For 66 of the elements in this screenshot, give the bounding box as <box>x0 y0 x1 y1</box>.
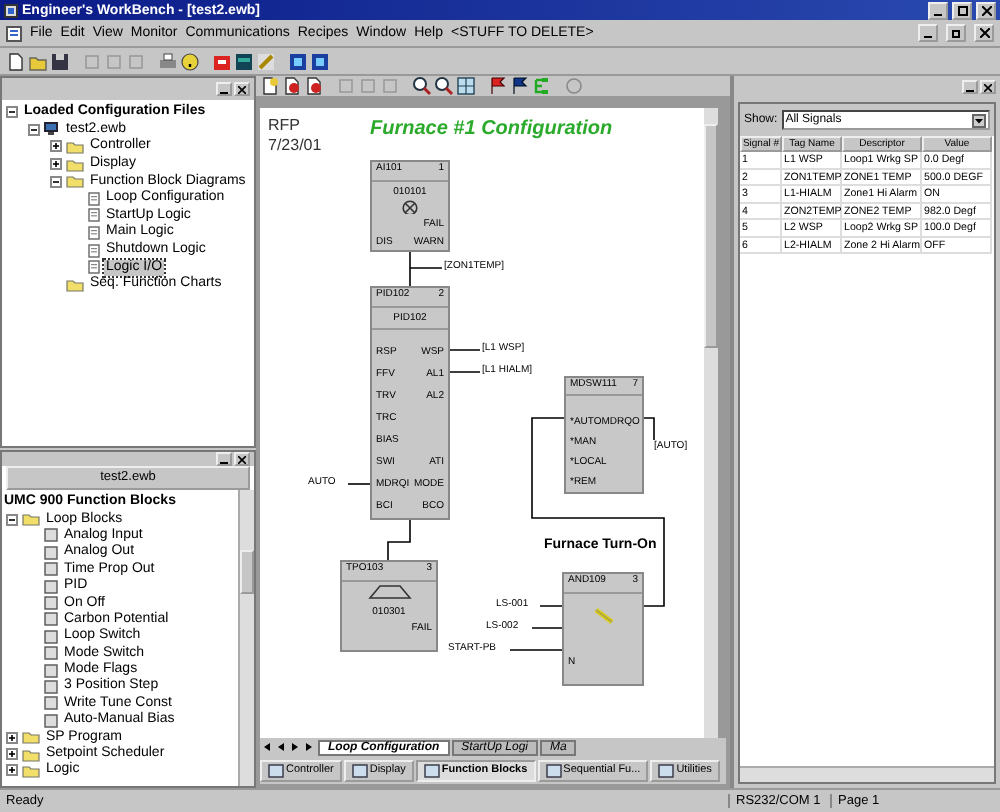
window-icon <box>268 763 284 777</box>
help-icon[interactable] <box>180 51 200 71</box>
close-button[interactable] <box>234 452 250 466</box>
close-icon <box>238 455 246 463</box>
document-icon <box>6 25 22 41</box>
maximize-button[interactable] <box>952 1 972 19</box>
app-icon <box>4 3 18 17</box>
expand-toggle[interactable] <box>6 764 18 777</box>
chart-icon[interactable] <box>212 51 232 71</box>
page-icon[interactable] <box>282 76 302 96</box>
printer-icon[interactable] <box>158 51 178 71</box>
window-icon <box>545 763 562 777</box>
expand-toggle[interactable] <box>6 731 18 744</box>
expand-toggle[interactable] <box>6 106 18 119</box>
minimize-button[interactable] <box>216 82 232 96</box>
window-icon <box>658 763 675 777</box>
minimize-button[interactable] <box>928 1 948 19</box>
folder-icon <box>22 512 40 527</box>
scrollbar[interactable] <box>740 766 994 782</box>
flag-icon[interactable] <box>488 76 508 96</box>
pencil-icon <box>591 606 615 626</box>
close-icon <box>984 83 992 91</box>
close-button[interactable] <box>980 80 996 94</box>
dropdown-arrow-icon <box>972 113 986 127</box>
diagram-title: Furnace #1 Configuration <box>370 118 613 140</box>
tab-navigation-arrows[interactable] <box>260 740 316 754</box>
close-button[interactable] <box>234 82 250 96</box>
magnifier-icon[interactable] <box>434 76 454 96</box>
expand-toggle[interactable] <box>50 175 62 188</box>
maximize-icon <box>957 5 967 15</box>
connector-line <box>387 519 411 561</box>
page-icon[interactable] <box>260 76 280 96</box>
restore-icon <box>951 28 961 38</box>
close-button[interactable] <box>976 1 996 19</box>
page-icon[interactable] <box>6 51 26 71</box>
grid-icon[interactable] <box>456 76 476 96</box>
magnifier-icon[interactable] <box>412 76 432 96</box>
expand-toggle[interactable] <box>50 158 62 171</box>
connector-line <box>449 349 481 373</box>
minimize-button[interactable] <box>962 80 978 94</box>
expand-toggle[interactable] <box>6 513 18 526</box>
connector-line <box>347 483 371 485</box>
expand-toggle[interactable] <box>6 748 18 761</box>
screen-icon[interactable] <box>234 51 254 71</box>
close-icon <box>981 5 991 15</box>
close-icon <box>979 28 989 38</box>
window-icon <box>423 763 440 777</box>
trapezoid-icon <box>367 584 411 600</box>
restore-button[interactable] <box>946 24 966 42</box>
lamp-icon <box>402 199 418 215</box>
expand-toggle[interactable] <box>50 140 62 153</box>
minimize-button[interactable] <box>918 24 938 42</box>
close-button[interactable] <box>974 24 994 42</box>
folder-icon <box>66 277 84 292</box>
author-label: RFP <box>268 116 300 134</box>
window-icon <box>351 763 368 777</box>
connector-line <box>409 249 443 287</box>
scrollbar[interactable] <box>238 490 254 786</box>
scrollbar[interactable] <box>704 108 718 738</box>
flag-icon[interactable] <box>510 76 530 96</box>
computer-icon <box>44 122 60 137</box>
expand-toggle[interactable] <box>28 123 40 136</box>
page-icon[interactable] <box>304 76 324 96</box>
close-icon <box>238 85 246 93</box>
date-label: 7/23/01 <box>268 136 322 154</box>
minimize-button[interactable] <box>216 452 232 466</box>
